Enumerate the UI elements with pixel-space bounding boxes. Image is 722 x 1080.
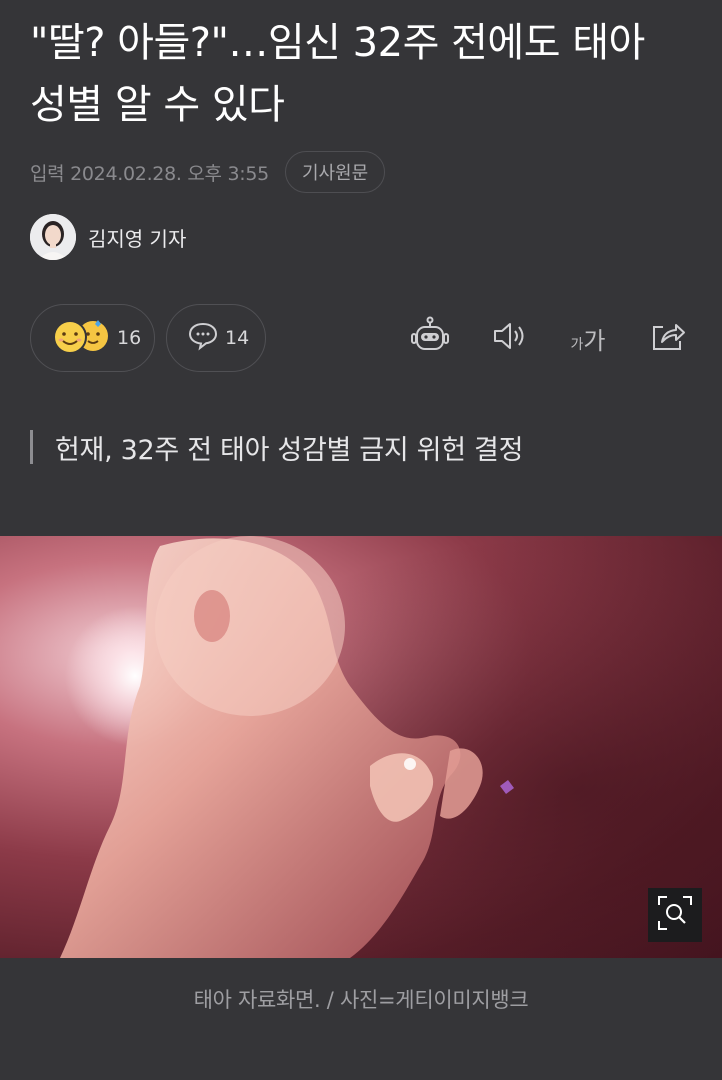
- published-date: 입력 2024.02.28. 오후 3:55: [30, 162, 269, 185]
- speaker-icon: [491, 320, 529, 356]
- article-photo[interactable]: [0, 536, 722, 958]
- article-headline: "딸? 아들?"…임신 32주 전에도 태아 성별 알 수 있다: [30, 20, 645, 128]
- emoji-reaction-icon: [49, 316, 111, 360]
- summary-bot-button[interactable]: [408, 316, 452, 360]
- photo-caption: 태아 자료화면. / 사진=게티이미지뱅크: [193, 988, 529, 1012]
- font-size-small-label: 가: [570, 336, 584, 353]
- share-button[interactable]: [646, 318, 690, 358]
- photo-zoom-button[interactable]: [648, 888, 702, 942]
- comment-button[interactable]: 14: [166, 304, 266, 372]
- reporter-info[interactable]: 김지영 기자: [30, 214, 186, 260]
- zoom-icon: [656, 894, 694, 936]
- article-action-bar: 16 14 가가: [30, 304, 692, 372]
- original-article-button[interactable]: 기사원문: [284, 151, 386, 193]
- robot-icon: [409, 316, 451, 360]
- article-subheadline: 헌재, 32주 전 태아 성감별 금지 위헌 결정: [30, 428, 523, 466]
- reporter-avatar: [30, 214, 76, 260]
- speech-bubble-icon: [187, 321, 219, 355]
- text-to-speech-button[interactable]: [488, 318, 532, 358]
- reaction-count: 16: [117, 327, 142, 349]
- share-icon: [649, 319, 687, 357]
- reaction-button[interactable]: 16: [30, 304, 155, 372]
- reporter-name: 김지영 기자: [88, 226, 187, 251]
- subheadline-bar: [30, 430, 33, 464]
- font-size-large-label: 가: [583, 326, 606, 355]
- font-size-button[interactable]: 가가: [566, 318, 610, 358]
- article-meta: 입력 2024.02.28. 오후 3:55 기사원문: [30, 150, 386, 194]
- font-size-icon: 가가: [571, 321, 606, 356]
- subheadline-text: 헌재, 32주 전 태아 성감별 금지 위헌 결정: [55, 434, 524, 466]
- comment-count: 14: [225, 327, 250, 349]
